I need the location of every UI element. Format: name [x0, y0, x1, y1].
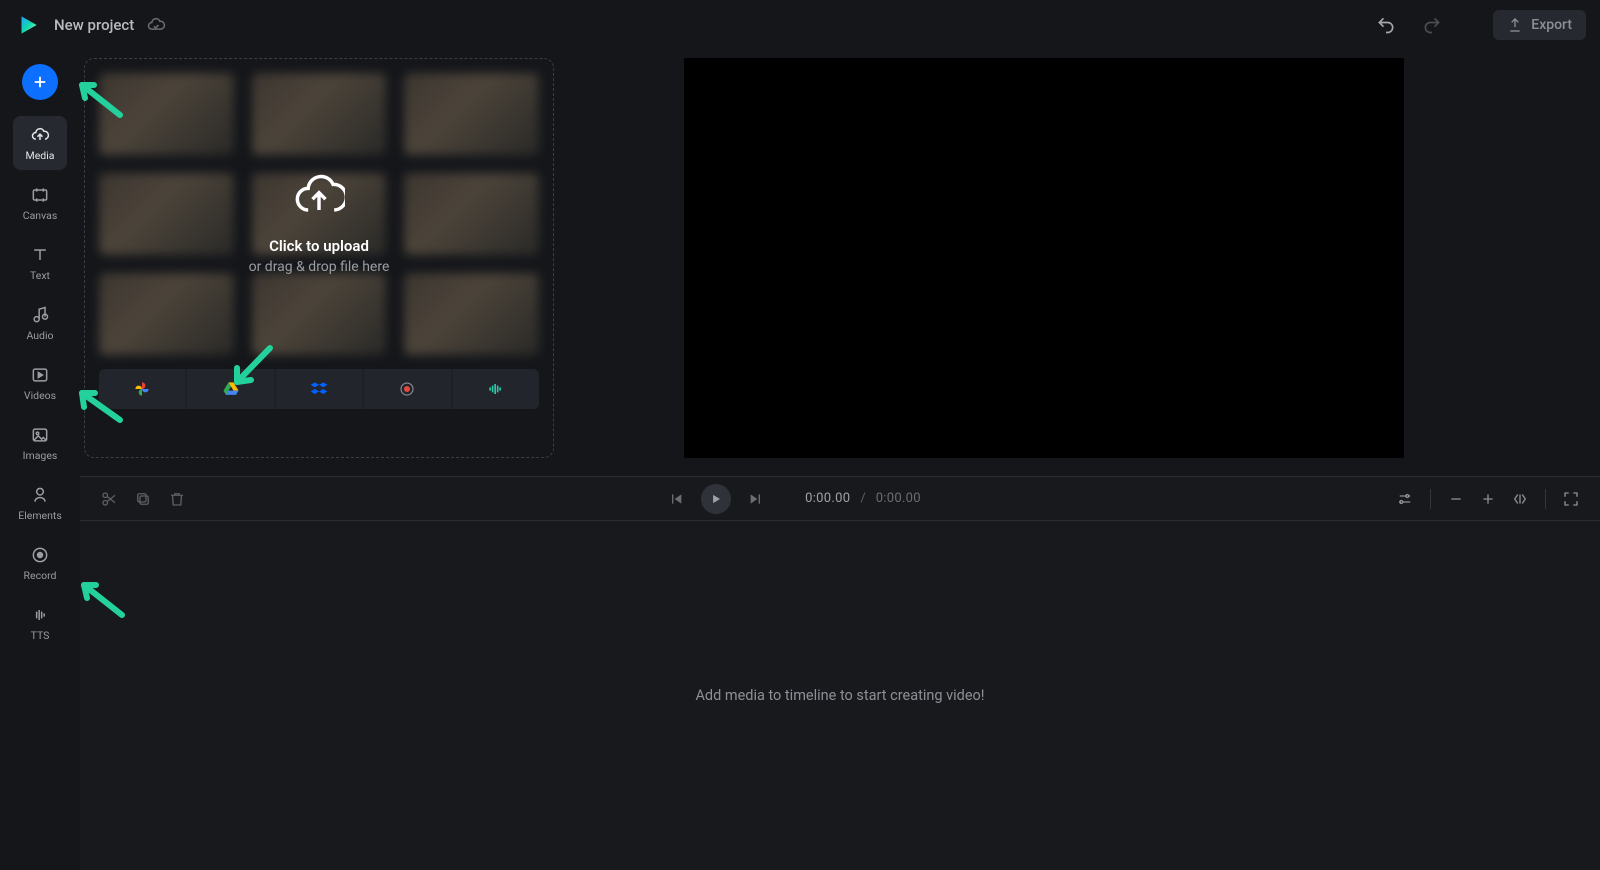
app-root: New project Export Media — [0, 0, 1600, 870]
google-drive-icon — [221, 379, 241, 399]
source-dropbox[interactable] — [276, 369, 362, 409]
sidebar-item-label: Media — [26, 149, 55, 162]
waveform-icon — [30, 605, 50, 625]
time-separator: / — [860, 491, 865, 506]
sidebar-item-tts[interactable]: TTS — [13, 596, 67, 650]
delete-button[interactable] — [162, 484, 192, 514]
zoom-in-button[interactable] — [1473, 484, 1503, 514]
sidebar-item-label: Canvas — [23, 209, 57, 222]
split-button[interactable] — [94, 484, 124, 514]
top-bar: New project Export — [0, 0, 1600, 50]
source-google-photos[interactable] — [99, 369, 185, 409]
media-upload-panel[interactable]: Click to upload or drag & drop file here — [84, 58, 554, 458]
text-icon — [30, 245, 50, 265]
play-rect-icon — [30, 365, 50, 385]
audio-wave-icon — [486, 379, 506, 399]
redo-button[interactable] — [1415, 8, 1449, 42]
sidebar-item-record[interactable]: Record — [13, 536, 67, 590]
duplicate-button[interactable] — [128, 484, 158, 514]
main-body: Media Canvas Text Audio Videos Images — [0, 50, 1600, 870]
play-button[interactable] — [701, 484, 731, 514]
source-record[interactable] — [364, 369, 450, 409]
sidebar-item-elements[interactable]: Elements — [13, 476, 67, 530]
next-frame-button[interactable] — [741, 484, 771, 514]
upper-row: Click to upload or drag & drop file here — [80, 50, 1600, 476]
sidebar-item-label: Record — [24, 569, 57, 582]
undo-button[interactable] — [1369, 8, 1403, 42]
timeline-zoom-controls — [1390, 484, 1586, 514]
sync-status-icon — [146, 15, 166, 35]
sidebar-item-videos[interactable]: Videos — [13, 356, 67, 410]
sidebar-item-label: Audio — [26, 329, 53, 342]
source-audio-wave[interactable] — [453, 369, 539, 409]
sidebar-item-label: Videos — [24, 389, 56, 402]
zoom-out-button[interactable] — [1441, 484, 1471, 514]
main-area: Click to upload or drag & drop file here — [80, 50, 1600, 870]
music-note-icon — [30, 305, 50, 325]
app-logo-icon[interactable] — [14, 11, 42, 39]
timeline-area: 0:00.00 / 0:00.00 — [80, 476, 1600, 870]
sidebar-item-label: Images — [23, 449, 58, 462]
sidebar-item-label: Text — [30, 269, 50, 282]
dropbox-icon — [309, 379, 329, 399]
google-photos-icon — [132, 379, 152, 399]
timeline-empty[interactable]: Add media to timeline to start creating … — [80, 521, 1600, 870]
record-circle-icon — [30, 545, 50, 565]
sidebar-item-audio[interactable]: Audio — [13, 296, 67, 350]
record-icon — [398, 380, 416, 398]
project-name[interactable]: New project — [54, 16, 134, 34]
prev-frame-button[interactable] — [661, 484, 691, 514]
image-icon — [30, 425, 50, 445]
sidebar-item-label: Elements — [18, 509, 62, 522]
playback-controls: 0:00.00 / 0:00.00 — [196, 484, 1386, 514]
export-button[interactable]: Export — [1493, 10, 1586, 40]
sidebar-item-label: TTS — [31, 629, 50, 642]
sidebar-item-text[interactable]: Text — [13, 236, 67, 290]
timeline-placeholder: Add media to timeline to start creating … — [695, 687, 984, 704]
frame-icon — [30, 185, 50, 205]
add-button[interactable] — [22, 64, 58, 100]
sidebar-item-media[interactable]: Media — [13, 116, 67, 170]
time-current: 0:00.00 — [805, 491, 850, 506]
upload-cloud-icon — [30, 125, 50, 145]
media-placeholder-grid — [99, 73, 539, 355]
timeline-settings-button[interactable] — [1390, 484, 1420, 514]
shapes-icon — [30, 485, 50, 505]
timeline-toolbar: 0:00.00 / 0:00.00 — [80, 477, 1600, 521]
video-preview[interactable] — [684, 58, 1404, 458]
import-sources-row — [99, 369, 539, 409]
fullscreen-button[interactable] — [1556, 484, 1586, 514]
export-label: Export — [1531, 17, 1572, 33]
sidebar-item-canvas[interactable]: Canvas — [13, 176, 67, 230]
source-google-drive[interactable] — [187, 369, 273, 409]
side-nav: Media Canvas Text Audio Videos Images — [0, 50, 80, 870]
fit-timeline-button[interactable] — [1505, 484, 1535, 514]
sidebar-item-images[interactable]: Images — [13, 416, 67, 470]
upload-icon — [1507, 17, 1523, 33]
time-total: 0:00.00 — [876, 491, 921, 506]
